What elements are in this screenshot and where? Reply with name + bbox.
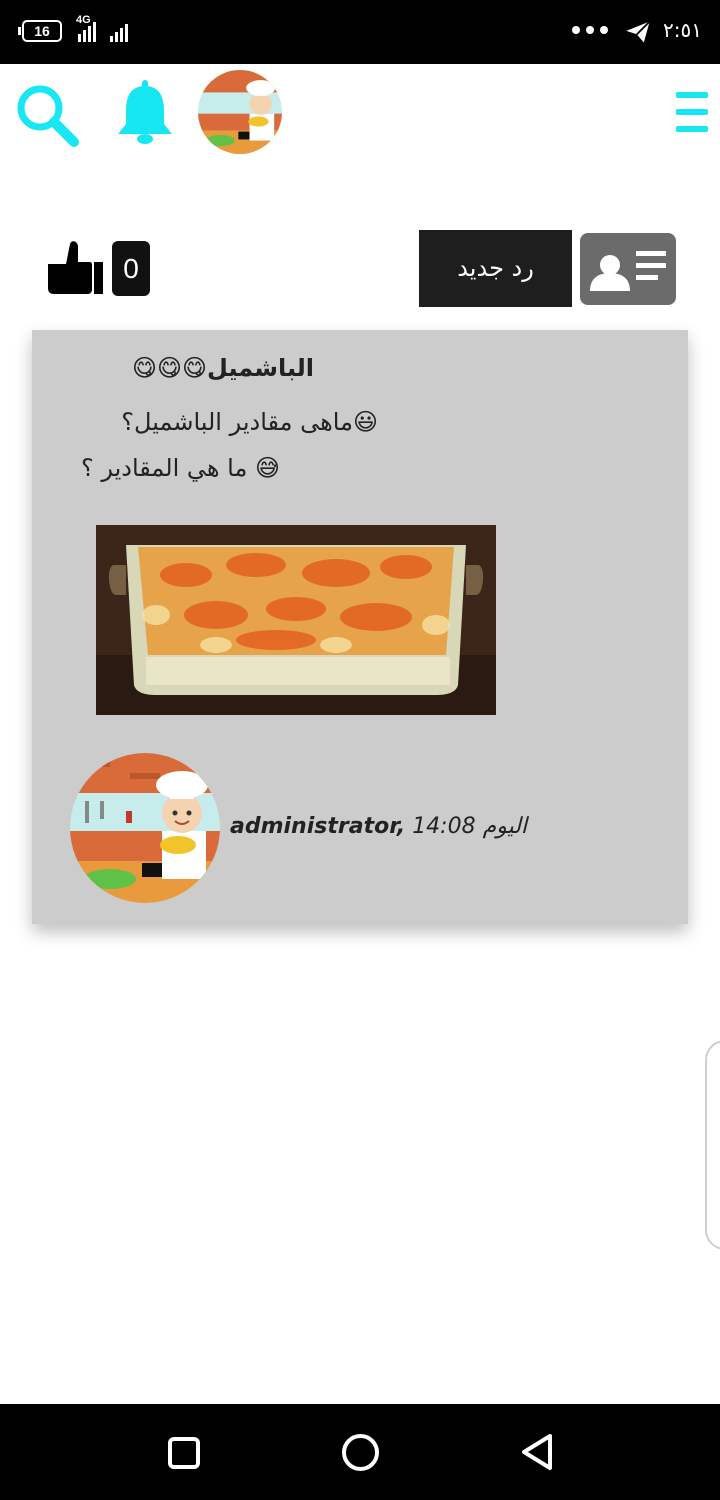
author-avatar[interactable] xyxy=(70,753,220,903)
post-author[interactable]: administrator, xyxy=(230,814,405,839)
search-icon[interactable] xyxy=(12,80,84,152)
post-meta: administrator, 14:08 اليوم xyxy=(230,814,527,839)
more-notifications-icon xyxy=(572,26,608,34)
post-title: الباشميل😋😋😋 xyxy=(132,354,315,382)
battery-indicator: 16 xyxy=(18,20,62,42)
post-image[interactable] xyxy=(96,525,496,715)
thumbs-up-icon[interactable] xyxy=(44,238,104,296)
battery-level: 16 xyxy=(22,20,62,42)
side-drawer-handle[interactable] xyxy=(705,1040,720,1250)
telegram-icon xyxy=(626,20,651,43)
signal-icon-2 xyxy=(110,24,128,42)
user-avatar[interactable] xyxy=(198,70,282,154)
post-body-line: 😅 ما هي المقادير ؟ xyxy=(80,454,280,482)
home-button[interactable] xyxy=(342,1434,379,1471)
post-card: الباشميل😋😋😋 😃ماهى مقادير الباشميل؟ 😅 ما … xyxy=(32,330,688,924)
status-clock: ٢:٥١ xyxy=(663,18,702,42)
battery-tip xyxy=(18,27,21,35)
system-nav-bar xyxy=(0,1404,720,1500)
post-day: اليوم xyxy=(482,814,528,839)
recent-apps-button[interactable] xyxy=(168,1437,200,1469)
post-time: 14:08 xyxy=(412,814,476,839)
signal-icon xyxy=(78,22,96,42)
back-icon[interactable] xyxy=(518,1432,556,1472)
new-reply-button[interactable]: رد جديد xyxy=(419,230,572,307)
menu-icon[interactable] xyxy=(676,92,708,132)
status-bar: 16 4G ٢:٥١ xyxy=(0,0,720,64)
profile-card-icon xyxy=(590,251,666,291)
post-body-line: 😃ماهى مقادير الباشميل؟ xyxy=(121,408,378,436)
app-header xyxy=(0,64,720,160)
bell-icon[interactable] xyxy=(114,80,176,146)
like-count: 0 xyxy=(112,241,150,296)
profile-card-button[interactable] xyxy=(580,233,676,305)
